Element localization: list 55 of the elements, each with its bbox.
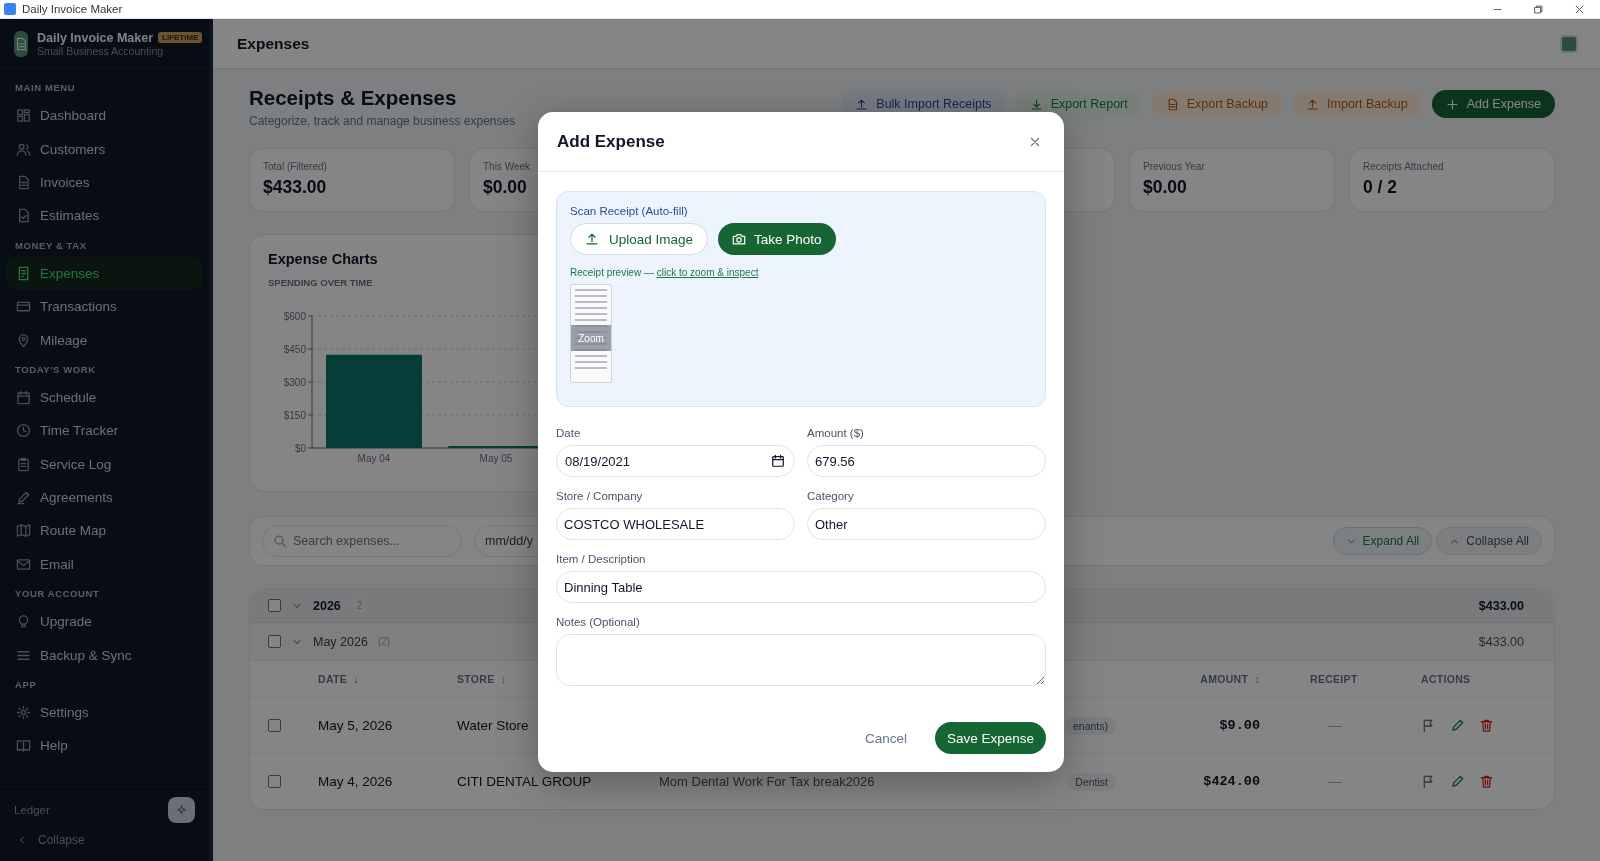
y-tick-label: $450 — [283, 343, 307, 355]
section-label: MONEY & TAX — [14, 238, 88, 253]
plan-badge: LIFETIME — [158, 32, 203, 43]
dialog-title: Add Expense — [557, 131, 665, 152]
field-label: Category — [807, 490, 855, 502]
group-label: May 2026 — [313, 634, 368, 649]
section-label: TODAY'S WORK — [14, 362, 97, 377]
y-tick-label: $600 — [283, 310, 307, 322]
category-tag: enants) — [1064, 716, 1116, 735]
section-label: YOUR ACCOUNT — [14, 587, 101, 602]
stat-label: Total (Filtered) — [263, 161, 328, 172]
x-label: May 04 — [357, 453, 391, 464]
amount-cell: $9.00 — [1219, 718, 1260, 733]
x-label: May 05 — [479, 453, 513, 464]
field-label: Amount ($) — [807, 427, 865, 439]
y-tick-label: $0 — [294, 442, 307, 454]
window-title: Daily Invoice Maker — [22, 3, 124, 15]
zoom-label: Zoom — [571, 325, 611, 351]
group-label: 2026 — [313, 598, 341, 613]
ledger-label: Ledger — [14, 804, 50, 816]
description-cell-text: Mom Dental Work For Tax break2026 — [659, 774, 876, 789]
y-tick-label: $150 — [283, 409, 307, 421]
category-tag: Dentist — [1067, 772, 1116, 791]
page-subtitle: Categorize, track and manage business expenses — [249, 114, 516, 128]
group-total: $433.00 — [1478, 634, 1524, 649]
chart-title: Expense Charts — [268, 251, 379, 267]
store-cell-text: Water Store — [457, 718, 530, 733]
y-tick-label: $300 — [283, 376, 307, 388]
field-label: Item / Description — [556, 553, 647, 565]
scan-label: Scan Receipt (Auto-fill) — [570, 205, 689, 217]
field-label: Date — [556, 427, 582, 439]
app-name: Daily Invoice Maker — [37, 30, 154, 45]
stat-value: $0.00 — [1143, 177, 1188, 198]
amount-cell: $424.00 — [1203, 774, 1260, 789]
stat-label: Receipts Attached — [1363, 161, 1445, 172]
stat-value: $433.00 — [263, 177, 328, 198]
stat-label: This Week — [483, 161, 532, 172]
header-title: Expenses — [237, 34, 310, 53]
stat-value: $0.00 — [483, 177, 528, 198]
preview-caption: Receipt preview — click to zoom & inspect — [570, 267, 760, 278]
date-cell-text: May 5, 2026 — [318, 718, 394, 733]
stat-label: Previous Year — [1143, 161, 1206, 172]
page-title: Receipts & Expenses — [249, 86, 458, 110]
date-cell-text: May 4, 2026 — [318, 774, 394, 789]
app-tagline: Small Business Accounting — [37, 44, 165, 57]
receipt-cell-text: — — [1327, 718, 1343, 733]
section-label: MAIN MENU — [14, 81, 77, 95]
field-label: Notes (Optional) — [556, 616, 641, 628]
store-cell-text: CITI DENTAL GROUP — [457, 774, 593, 789]
stat-value: 0 / 2 — [1363, 177, 1399, 198]
chart-subtitle: SPENDING OVER TIME — [268, 277, 373, 288]
field-label: Store / Company — [556, 490, 644, 502]
receipt-cell-text: — — [1327, 774, 1343, 789]
section-label: APP — [14, 677, 38, 692]
group-total: $433.00 — [1478, 598, 1524, 613]
